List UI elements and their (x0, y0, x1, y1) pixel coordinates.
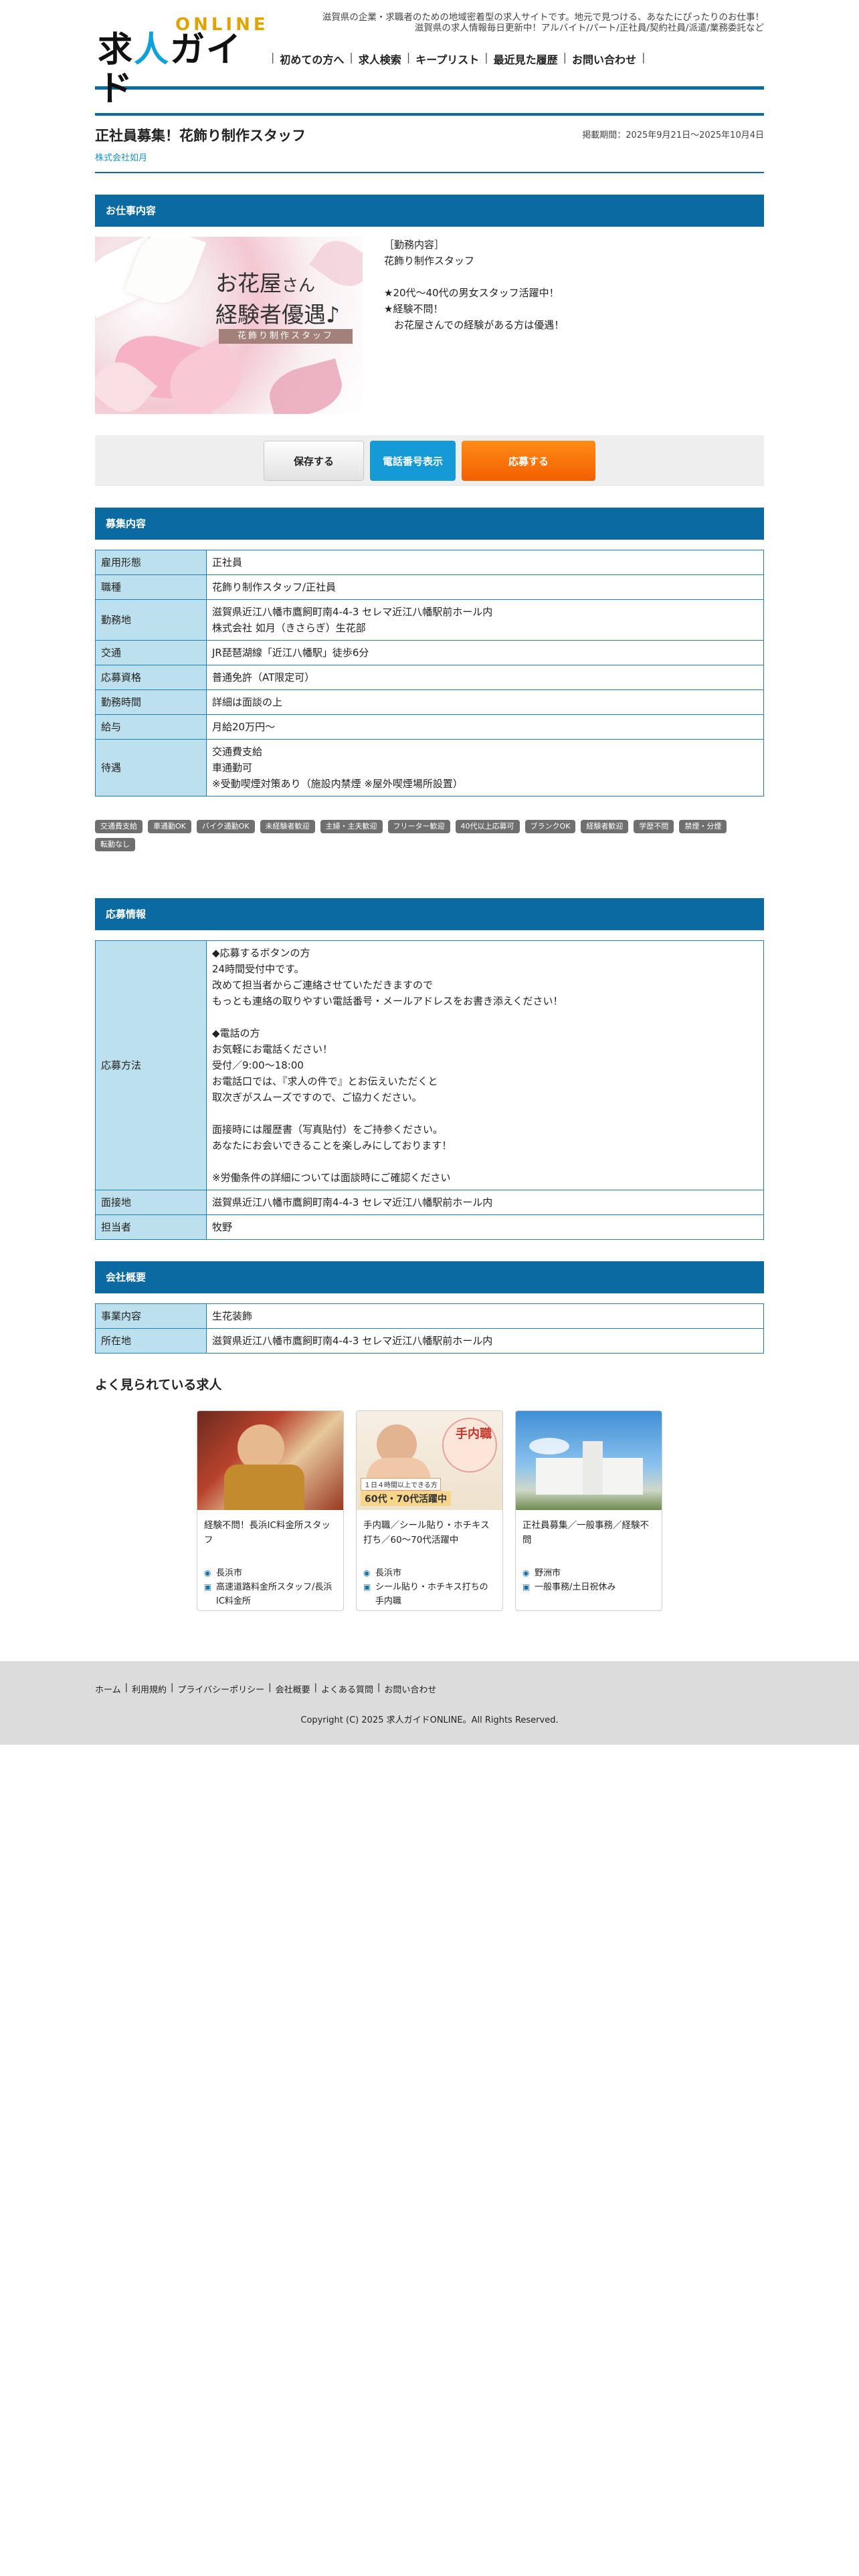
nav-keep-list[interactable]: キープリスト (415, 51, 479, 67)
image-catchcopy: お花屋さん 経験者優遇♪ (215, 270, 341, 328)
job-title: 正社員募集！花飾り制作スタッフ (95, 128, 306, 144)
show-phone-button[interactable]: 電話番号表示 (370, 441, 456, 481)
job-content-section: お仕事内容 お花屋さん 経験者優遇♪ 花飾り制作スタッフ ［勤務内容］ 花飾り制作… (95, 195, 764, 414)
table-row: 交通 JR琵琶湖線「近江八幡駅」徒歩6分 (95, 640, 764, 665)
nav-first-time[interactable]: 初めての方へ (280, 51, 344, 67)
thumb-caption-1: １日４時間以上できる方 (361, 1478, 441, 1491)
table-row: 応募資格 普通免許（AT限定可） (95, 665, 764, 690)
recruit-table: 雇用形態 正社員 職種 花飾り制作スタッフ/正社員 勤務地 滋賀県近江八幡市鷹飼町南4… (95, 550, 764, 796)
apply-button[interactable]: 応募する (462, 441, 595, 481)
action-button-bar: 保存する 電話番号表示 応募する (95, 435, 764, 486)
tag: 交通費支給 (95, 820, 142, 833)
card-thumbnail (516, 1411, 662, 1510)
popular-heading: よく見られている求人 (95, 1378, 222, 1392)
section-heading-apply-info: 応募情報 (95, 898, 764, 930)
footer-link-home[interactable]: ホーム (95, 1683, 121, 1695)
popular-job-card[interactable]: 手内職 １日４時間以上できる方 60代・70代活躍中 手内職／シール貼り・ホチキ… (356, 1410, 503, 1611)
table-row: 所在地 滋賀県近江八幡市鷹飼町南4-4-3 セレマ近江八幡駅前ホール内 (95, 1328, 764, 1354)
footer-link-faq[interactable]: よくある質問 (321, 1683, 373, 1695)
briefcase-icon: ▣ (204, 1582, 212, 1592)
site-footer: ホーム | 利用規約 | プライバシーポリシー | 会社概要 | よくある質問 | お問い… (0, 1661, 859, 1745)
copyright: Copyright (C) 2025 求人ガイドONLINE。All Right… (300, 1715, 559, 1725)
card-thumbnail (197, 1411, 343, 1510)
table-row: 雇用形態 正社員 (95, 550, 764, 575)
card-title: 手内職／シール貼り・ホチキス打ち／60〜70代活躍中 (363, 1520, 490, 1545)
footer-link-terms[interactable]: 利用規約 (132, 1683, 167, 1695)
tag: 車通勤OK (148, 820, 191, 833)
site-logo[interactable]: ONLINE 求人ガイド (95, 15, 266, 108)
popular-job-card[interactable]: 正社員募集／一般事務／経験不問 ◉ 野洲市 ▣ 一般事務/土日祝休み (515, 1410, 662, 1611)
card-job: 一般事務/土日祝休み (535, 1582, 616, 1592)
tagline-line-1: 滋賀県の企業・求職者のための地域密着型の求人サイトです。地元で見つける、あなたに… (322, 12, 764, 23)
tagline-line-2: 滋賀県の求人情報毎日更新中！アルバイト/パート/正社員/契約社員/派遣/業務委託… (414, 23, 764, 33)
company-link[interactable]: 株式会社如月 (95, 150, 147, 163)
section-heading-job-content: お仕事内容 (95, 195, 764, 227)
feature-tags: 交通費支給 車通勤OK バイク通勤OK 未経験者歓迎 主婦・主夫歓迎 フリーター… (95, 820, 764, 851)
table-row: 給与 月給20万円〜 (95, 714, 764, 740)
apply-info-table: 応募方法 ◆応募するボタンの方 24時間受付中です。 改めて担当者からご連絡させて… (95, 940, 764, 1240)
tag: 未経験者歓迎 (260, 820, 315, 833)
location-pin-icon: ◉ (363, 1568, 371, 1578)
popular-card-list: 経験不問！長浜IC料金所スタッフ ◉ 長浜市 ▣ 高速道路料金所スタッフ/長浜IC料… (95, 1410, 764, 1611)
footer-link-company[interactable]: 会社概要 (276, 1683, 310, 1695)
nav-recent-history[interactable]: 最近見た履歴 (494, 51, 558, 67)
card-job: 高速道路料金所スタッフ/長浜IC料金所 (216, 1582, 332, 1606)
tag: バイク通勤OK (196, 820, 255, 833)
job-description: ［勤務内容］ 花飾り制作スタッフ ★20代〜40代の男女スタッフ活躍中！ ★経験… (384, 239, 565, 331)
save-button[interactable]: 保存する (264, 441, 364, 481)
location-pin-icon: ◉ (204, 1568, 211, 1578)
tag: 禁煙・分煙 (679, 820, 727, 833)
table-row: 職種 花飾り制作スタッフ/正社員 (95, 574, 764, 600)
header-tagline: 滋賀県の企業・求職者のための地域密着型の求人サイトです。地元で見つける、あなたに… (256, 12, 764, 33)
card-title: 経験不問！長浜IC料金所スタッフ (204, 1520, 330, 1545)
footer-link-contact[interactable]: お問い合わせ (384, 1683, 436, 1695)
card-title: 正社員募集／一般事務／経験不問 (522, 1520, 649, 1545)
tag: 40代以上応募可 (455, 820, 520, 833)
footer-links: ホーム | 利用規約 | プライバシーポリシー | 会社概要 | よくある質問 | お問い… (95, 1683, 437, 1695)
nav-contact[interactable]: お問い合わせ (572, 51, 636, 67)
card-location: 長浜市 (375, 1568, 402, 1578)
location-pin-icon: ◉ (522, 1568, 530, 1578)
apply-info-section: 応募情報 応募方法 ◆応募するボタンの方 24時間受付中です。 改めて担当者からご… (95, 898, 764, 1240)
recruit-section: 募集内容 雇用形態 正社員 職種 花飾り制作スタッフ/正社員 勤務地 滋賀県近江八幡市… (95, 508, 764, 796)
tag: 転勤なし (95, 838, 135, 851)
company-table: 事業内容 生花装飾 所在地 滋賀県近江八幡市鷹飼町南4-4-3 セレマ近江八幡駅前ホ… (95, 1303, 764, 1354)
table-row: 面接地 滋賀県近江八幡市鷹飼町南4-4-3 セレマ近江八幡駅前ホール内 (95, 1190, 764, 1215)
popular-job-card[interactable]: 経験不問！長浜IC料金所スタッフ ◉ 長浜市 ▣ 高速道路料金所スタッフ/長浜IC料… (197, 1410, 344, 1611)
image-subcopy: 花飾り制作スタッフ (219, 329, 353, 344)
global-nav: | 初めての方へ | 求人検索 | キープリスト | 最近見た履歴 | お問い合… (271, 51, 646, 67)
card-location: 長浜市 (216, 1568, 243, 1578)
table-row: 勤務地 滋賀県近江八幡市鷹飼町南4-4-3 セレマ近江八幡駅前ホール内 株式会社 … (95, 599, 764, 641)
briefcase-icon: ▣ (522, 1582, 531, 1592)
tag: ブランクOK (524, 820, 576, 833)
table-row: 勤務時間 詳細は面談の上 (95, 689, 764, 715)
card-thumbnail: 手内職 １日４時間以上できる方 60代・70代活躍中 (357, 1411, 502, 1510)
tag: 主婦・主夫歓迎 (320, 820, 383, 833)
table-row: 応募方法 ◆応募するボタンの方 24時間受付中です。 改めて担当者からご連絡させて… (95, 940, 764, 1190)
card-job: シール貼り・ホチキス打ちの手内職 (375, 1582, 488, 1606)
thumb-badge: 手内職 (456, 1427, 492, 1441)
briefcase-icon: ▣ (363, 1582, 371, 1592)
posting-period: 掲載期間：2025年9月21日〜2025年10月4日 (582, 130, 764, 140)
company-section: 会社概要 事業内容 生花装飾 所在地 滋賀県近江八幡市鷹飼町南4-4-3 セレマ近江… (95, 1261, 764, 1354)
table-row: 担当者 牧野 (95, 1214, 764, 1240)
section-heading-company: 会社概要 (95, 1261, 764, 1293)
table-row: 事業内容 生花装飾 (95, 1303, 764, 1329)
job-title-block: 正社員募集！花飾り制作スタッフ 掲載期間：2025年9月21日〜2025年10月… (95, 113, 764, 173)
nav-job-search[interactable]: 求人検索 (359, 51, 401, 67)
job-image: お花屋さん 経験者優遇♪ 花飾り制作スタッフ (95, 237, 363, 414)
tag: 学歴不問 (634, 820, 674, 833)
tag: 経験者歓迎 (581, 820, 629, 833)
logo-main-text: 求人ガイド (98, 30, 243, 109)
thumb-caption-2: 60代・70代活躍中 (361, 1491, 451, 1506)
tag: フリーター歓迎 (387, 820, 450, 833)
table-row: 待遇 交通費支給 車通勤可 ※受動喫煙対策あり（施設内禁煙 ※屋外喫煙場所設置） (95, 739, 764, 796)
section-heading-recruit: 募集内容 (95, 508, 764, 540)
site-header: 滋賀県の企業・求職者のための地域密着型の求人サイトです。地元で見つける、あなたに… (95, 0, 764, 108)
footer-link-privacy[interactable]: プライバシーポリシー (177, 1683, 264, 1695)
card-location: 野洲市 (535, 1568, 561, 1578)
